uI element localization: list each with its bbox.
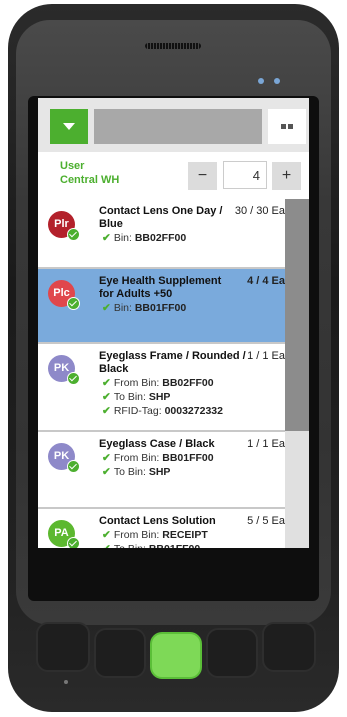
item-name: Eyeglass Case / Black bbox=[99, 438, 215, 450]
item-detail: ✔ Bin: BB02FF00 bbox=[102, 231, 186, 245]
item-detail: ✔ From Bin: RECEIPT bbox=[102, 528, 208, 542]
handheld-device: User Central WH − 4 + Plr Contact Lens On… bbox=[0, 0, 347, 717]
checkmark-icon: ✔ bbox=[102, 405, 111, 417]
scan-button[interactable] bbox=[150, 632, 202, 679]
item-detail: ✔ From Bin: BB01FF00 bbox=[102, 451, 214, 465]
item-name-line2: for Adults +50 bbox=[99, 288, 173, 300]
hardware-key-left-outer[interactable] bbox=[36, 622, 90, 672]
detail-value: BB02FF00 bbox=[162, 377, 214, 389]
checkmark-icon: ✔ bbox=[102, 302, 111, 314]
detail-value: BB02FF00 bbox=[134, 232, 187, 244]
speaker-grille bbox=[145, 43, 201, 49]
quantity-field[interactable]: 4 bbox=[223, 161, 267, 189]
detail-label: RFID-Tag: bbox=[113, 405, 162, 417]
item-name-line2: Black bbox=[99, 363, 129, 375]
item-quantity: 4 / 4 Ea bbox=[247, 275, 285, 287]
detail-label: From Bin: bbox=[113, 377, 160, 389]
detail-label: From Bin: bbox=[113, 529, 160, 541]
detail-value: BB01FF00 bbox=[134, 302, 187, 314]
check-icon bbox=[67, 537, 80, 548]
detail-label: To Bin: bbox=[113, 391, 146, 403]
check-icon bbox=[67, 460, 80, 473]
list-item[interactable]: Plr Contact Lens One Day / Blue 30 / 30 Ea ✔… bbox=[38, 199, 285, 269]
item-detail: ✔ To Bin: SHP bbox=[102, 390, 170, 404]
check-icon bbox=[67, 228, 80, 241]
item-quantity: 1 / 1 Ea bbox=[247, 438, 285, 450]
item-name: Contact Lens One Day / bbox=[99, 205, 223, 217]
list-item[interactable]: PK Eyeglass Case / Black 1 / 1 Ea ✔ From Bin… bbox=[38, 432, 285, 509]
detail-value: BB01FF00 bbox=[162, 452, 214, 464]
hardware-key-right-inner[interactable] bbox=[206, 628, 258, 678]
scrollbar-thumb[interactable] bbox=[285, 199, 309, 431]
status-led-right bbox=[274, 78, 280, 84]
item-quantity: 5 / 5 Ea bbox=[247, 515, 285, 527]
app-screen: User Central WH − 4 + Plr Contact Lens On… bbox=[38, 98, 309, 548]
item-list[interactable]: Plr Contact Lens One Day / Blue 30 / 30 Ea ✔… bbox=[38, 199, 285, 548]
user-label: User bbox=[60, 160, 85, 172]
checkmark-icon: ✔ bbox=[102, 377, 111, 389]
checkmark-icon: ✔ bbox=[102, 543, 111, 548]
item-quantity: 1 / 1 Ea bbox=[247, 350, 285, 362]
item-detail: ✔ From Bin: BB02FF00 bbox=[102, 376, 214, 390]
item-detail: ✔To Bin: BB01FF00 bbox=[102, 542, 200, 548]
dropdown-caret-icon bbox=[63, 123, 75, 130]
checkmark-icon: ✔ bbox=[102, 529, 111, 541]
list-item[interactable]: PK Eyeglass Frame / Rounded / Black 1 / 1 E… bbox=[38, 344, 285, 432]
item-name-line2: Blue bbox=[99, 218, 123, 230]
view-toggle-icon bbox=[288, 124, 293, 129]
detail-value: SHP bbox=[148, 391, 171, 403]
check-icon bbox=[67, 297, 80, 310]
check-icon bbox=[67, 372, 80, 385]
detail-label: To Bin: bbox=[113, 466, 146, 478]
item-detail: ✔ RFID-Tag: 0003272332 bbox=[102, 404, 223, 418]
detail-value: BB01FF00 bbox=[149, 543, 200, 548]
hardware-key-right-outer[interactable] bbox=[262, 622, 316, 672]
item-detail: ✔ Bin: BB01FF00 bbox=[102, 301, 186, 315]
detail-value: SHP bbox=[148, 466, 171, 478]
list-item[interactable]: PA Contact Lens Solution 5 / 5 Ea ✔ From Bin… bbox=[38, 509, 285, 548]
item-name: Eyeglass Frame / Rounded / bbox=[99, 350, 246, 362]
detail-label: From Bin: bbox=[113, 452, 160, 464]
checkmark-icon: ✔ bbox=[102, 391, 111, 403]
view-toggle-icon bbox=[281, 124, 286, 129]
item-name: Eye Health Supplement bbox=[99, 275, 222, 287]
menu-dropdown-button[interactable] bbox=[50, 109, 88, 144]
increment-button[interactable]: + bbox=[272, 162, 301, 190]
checkmark-icon: ✔ bbox=[102, 452, 111, 464]
info-bar: User Central WH − 4 + bbox=[38, 152, 309, 200]
list-item[interactable]: Plc Eye Health Supplement for Adults +50 4 … bbox=[38, 269, 285, 344]
decrement-button[interactable]: − bbox=[188, 162, 217, 190]
detail-label: To Bin: bbox=[114, 543, 146, 548]
detail-value: RECEIPT bbox=[162, 529, 208, 541]
detail-label: Bin: bbox=[113, 302, 132, 314]
item-name: Contact Lens Solution bbox=[99, 515, 216, 527]
checkmark-icon: ✔ bbox=[102, 232, 111, 244]
checkmark-icon: ✔ bbox=[102, 466, 111, 478]
title-field[interactable] bbox=[94, 109, 262, 144]
warehouse-label: Central WH bbox=[60, 174, 120, 186]
status-led-left bbox=[258, 78, 264, 84]
hardware-key-left-inner[interactable] bbox=[94, 628, 146, 678]
top-bar bbox=[38, 98, 309, 152]
item-quantity: 30 / 30 Ea bbox=[234, 205, 285, 217]
microphone bbox=[64, 680, 68, 684]
view-toggle-button[interactable] bbox=[268, 109, 306, 144]
detail-value: 0003272332 bbox=[164, 405, 223, 417]
detail-label: Bin: bbox=[113, 232, 132, 244]
item-detail: ✔ To Bin: SHP bbox=[102, 465, 170, 479]
